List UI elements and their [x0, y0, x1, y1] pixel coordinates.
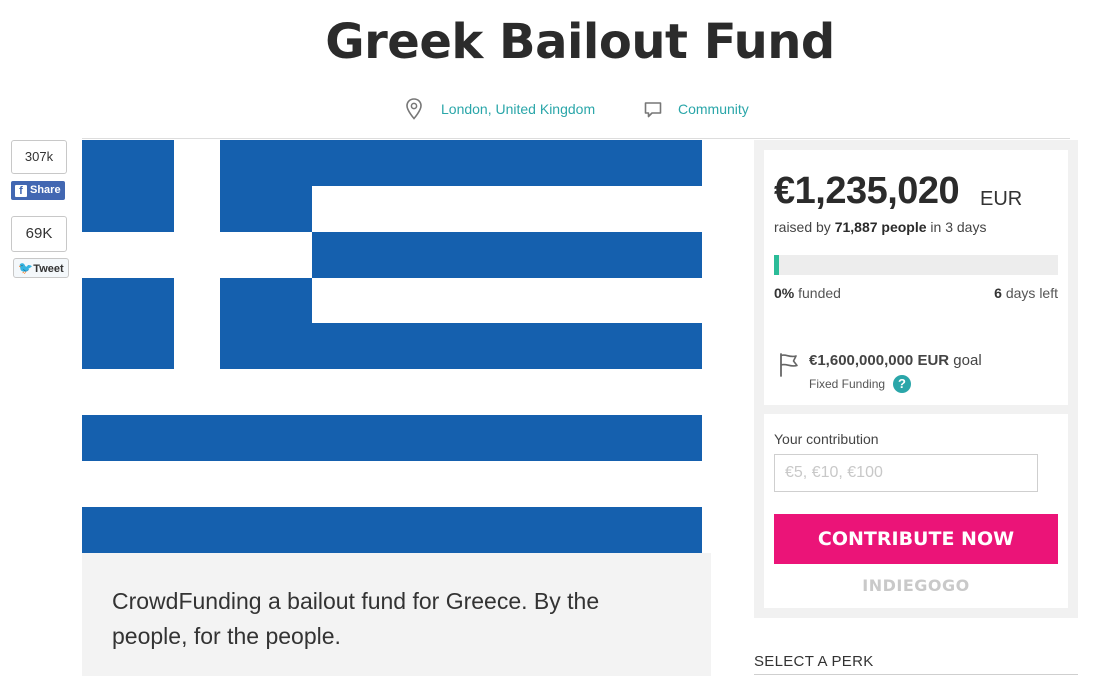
time-remaining: 6 days left — [960, 285, 1058, 301]
funded-status: 0% funded — [774, 285, 841, 301]
campaign-description: CrowdFunding a bailout fund for Greece. … — [112, 588, 600, 649]
indiegogo-logo: INDIEGOGO — [862, 576, 970, 595]
funding-type: Fixed Funding — [809, 377, 886, 391]
goal-amount: €1,600,000,000 — [809, 352, 914, 369]
progress-bar-fill — [774, 255, 779, 275]
facebook-share-count: 307k — [11, 140, 67, 174]
funded-percent: 0% — [774, 285, 795, 301]
location-link[interactable]: London, United Kingdom — [441, 101, 595, 117]
page-title: Greek Bailout Fund — [325, 14, 835, 70]
goal-label: goal — [953, 352, 982, 369]
backer-count: 71,887 people — [834, 219, 927, 235]
raised-currency: EUR — [980, 188, 1023, 210]
facebook-share-button[interactable]: f Share — [11, 181, 65, 200]
facebook-share-label: Share — [30, 184, 61, 196]
select-perk-heading: SELECT A PERK — [754, 653, 874, 670]
comment-icon — [644, 102, 662, 118]
contribution-label: Your contribution — [774, 431, 879, 447]
funded-label: funded — [798, 285, 841, 301]
greek-flag-image — [82, 140, 702, 553]
raised-by-line: raised by 71,887 people in 3 days — [774, 219, 986, 235]
category-link[interactable]: Community — [678, 101, 749, 117]
progress-bar — [774, 255, 1058, 275]
tweet-label: Tweet — [33, 263, 64, 275]
raised-by-suffix: in 3 days — [930, 219, 987, 235]
twitter-bird-icon: 🐦 — [18, 261, 34, 275]
facebook-icon: f — [15, 185, 27, 197]
funding-goal: €1,600,000,000 EUR goal — [809, 352, 982, 369]
perk-divider — [754, 674, 1078, 675]
help-icon[interactable]: ? — [893, 375, 911, 393]
header-divider — [82, 138, 1070, 139]
tweet-count: 69K — [11, 216, 67, 252]
amount-raised: €1,235,020 — [774, 170, 960, 212]
days-left-label: days left — [1005, 285, 1058, 301]
contribution-input[interactable] — [774, 454, 1038, 492]
contribute-now-button[interactable]: CONTRIBUTE NOW — [774, 514, 1058, 564]
days-left-number: 6 — [994, 285, 1002, 301]
location-pin-icon — [406, 98, 422, 120]
goal-flag-icon — [780, 353, 798, 377]
goal-currency: EUR — [917, 352, 950, 369]
tweet-button[interactable]: 🐦Tweet — [13, 258, 69, 278]
raised-by-prefix: raised by — [774, 219, 831, 235]
